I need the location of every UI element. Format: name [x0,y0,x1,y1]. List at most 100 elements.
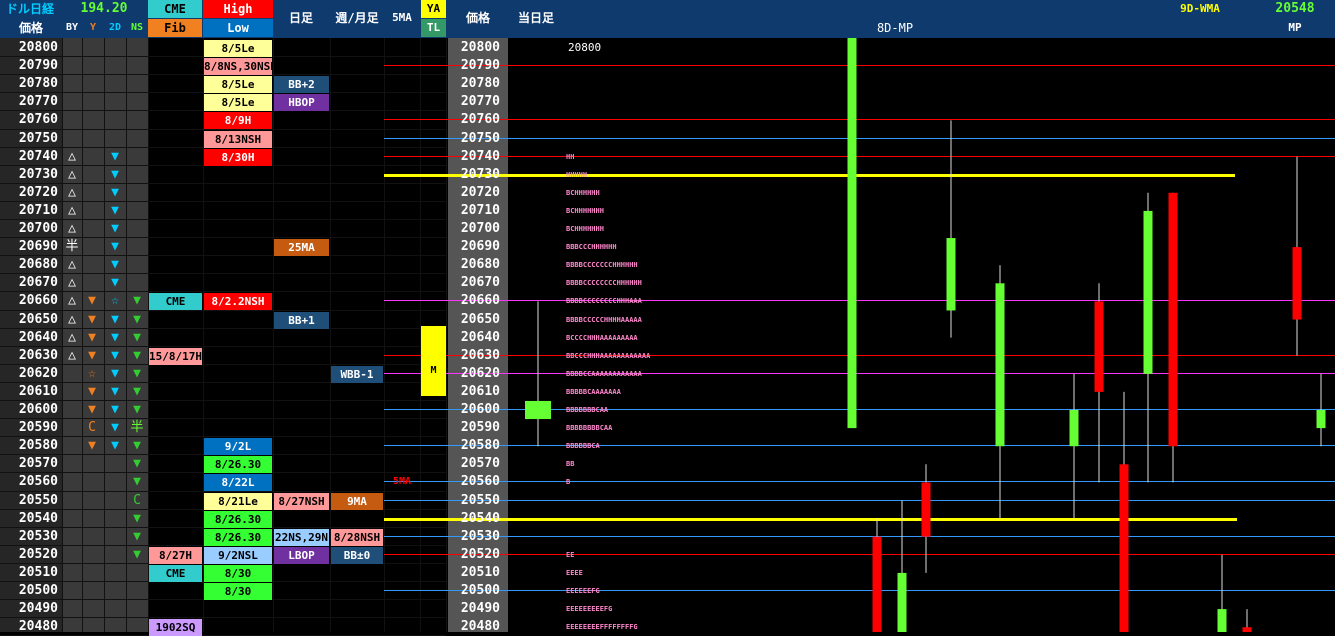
price2-header: 価格 [465,11,490,25]
ya-marker-box [421,326,446,396]
candle-body [1069,410,1079,447]
candle-body [847,38,857,429]
price-cell-right: 20800 [460,40,500,55]
tpo-row: EEEE [566,568,583,577]
grid-col-line [148,38,149,632]
level-line [384,119,1335,121]
col-y-header: Y [89,22,97,33]
signal-2d-icon: ☆ [111,293,119,309]
price-cell: 20590 [18,420,58,436]
signal-by-icon: △ [68,148,76,164]
price-cell: 20650 [18,311,58,327]
signal-y-icon: ▼ [88,383,96,399]
signal-2d-icon: ▼ [111,365,119,381]
signal-2d-icon: ▼ [111,311,119,327]
price-cell-right: 20630 [460,347,500,363]
signal-ns-icon: ▼ [133,528,141,544]
low-header: Low [203,19,273,37]
tpo-row: BBBBCCCCCHHHHAAAAA [566,315,642,324]
level-line [384,354,1335,356]
price-cell-right: 20760 [460,112,500,128]
tpo-row: BBBBBCAAAAAAA [566,387,621,396]
signal-ns-icon: ▼ [133,365,141,381]
grid-col-line [446,38,447,632]
signal-ns-icon: ▼ [133,383,141,399]
signal-by-icon: △ [68,329,76,345]
signal-ns-icon: ▼ [133,510,141,526]
tpo-row: BBBCCCHHHHHH [566,243,617,252]
signal-2d-icon: ▼ [111,184,119,200]
daily_col-tag: 22NS,29N [274,528,329,546]
price-cell: 20690 [18,239,58,255]
hl_col-tag: 8/21Le [204,492,272,510]
level-line [384,65,1335,67]
price-cell-right: 20780 [460,76,500,92]
price-cell: 20670 [18,275,58,291]
price-cell-right: 20690 [460,239,500,255]
price-cell: 20720 [18,184,58,200]
tpo-row: BBBBCCCCCCCCHHHAAA [566,297,642,306]
signal-2d-icon: ▼ [111,148,119,164]
signal-ns-icon: C [133,492,141,508]
hl_col-tag: 8/8NS,30NSH [204,58,272,76]
col-by-header: BY [65,22,79,33]
price-cell-right: 20590 [460,420,500,436]
usdjpy-value: 194.20 [80,1,128,16]
signal-ns-icon: ▼ [133,474,141,490]
price-cell-right: 20480 [460,619,500,635]
price-cell-right: 20700 [460,221,500,236]
daily-header: 日足 [288,11,313,25]
price-cell-right: 20530 [460,528,500,544]
tpo-row: HHHHH [566,170,588,179]
signal-by-icon: △ [68,184,76,200]
tpo-row: BBBBBBBBCAA [566,424,613,433]
hl_col-tag: 8/9H [204,112,272,130]
price-cell: 20580 [18,438,58,454]
grid-row-line [0,617,446,619]
today-top-label: 20800 [568,41,602,54]
level-line [384,535,1335,537]
ma5-header: 5MA [392,11,412,24]
signal-2d-icon: ▼ [111,275,119,291]
price-cell-right: 20560 [460,474,500,490]
signal-y-icon: ▼ [88,329,96,345]
grid-row-line [0,436,446,438]
col-ns-header: NS [130,22,144,33]
signal-2d-icon: ▼ [111,239,119,255]
ya-marker-text: M [430,365,437,376]
price-cell-right: 20600 [460,402,500,417]
daily_col-tag: HBOP [274,94,329,112]
cme_col-tag: CME [149,293,202,311]
weekly_col-tag: 8/28NSH [331,528,383,546]
level-line [384,445,1335,447]
price-cell-right: 20680 [460,257,500,273]
price-cell: 20480 [18,619,58,635]
signal-ns-icon: ▼ [133,347,141,363]
weekly-monthly-header: 週/月足 [335,11,379,25]
signal-ns-icon: ▼ [133,456,141,472]
price-cell: 20710 [18,202,58,218]
signal-by-icon: △ [68,202,76,218]
signal-y-icon: C [88,420,96,436]
level-line [384,372,1335,374]
price-cell: 20520 [18,546,58,562]
signal-ns-icon: ▼ [133,438,141,454]
daily_col-tag: BB+2 [274,76,329,94]
price-cell-right: 20740 [460,148,500,164]
signal-by-icon: △ [68,275,76,291]
price-cell: 20610 [18,383,58,399]
price-cell-right: 20710 [460,202,500,218]
signal-ns-icon: ▼ [133,329,141,345]
level-line [384,300,1335,302]
price-cell: 20730 [18,166,58,182]
price-cell-right: 20750 [460,130,500,146]
price-cell-right: 20550 [460,492,500,508]
price-cell-right: 20650 [460,311,500,327]
tpo-row: BBBBCCAAAAAAAAAAAA [566,369,642,378]
signal-ns-icon: ▼ [133,402,141,417]
candle-body [995,283,1005,447]
candle-body [872,536,882,632]
candle-body [921,482,931,537]
hl_col-tag: 8/26.30 [204,510,272,528]
price-cell-right: 20510 [460,564,500,580]
